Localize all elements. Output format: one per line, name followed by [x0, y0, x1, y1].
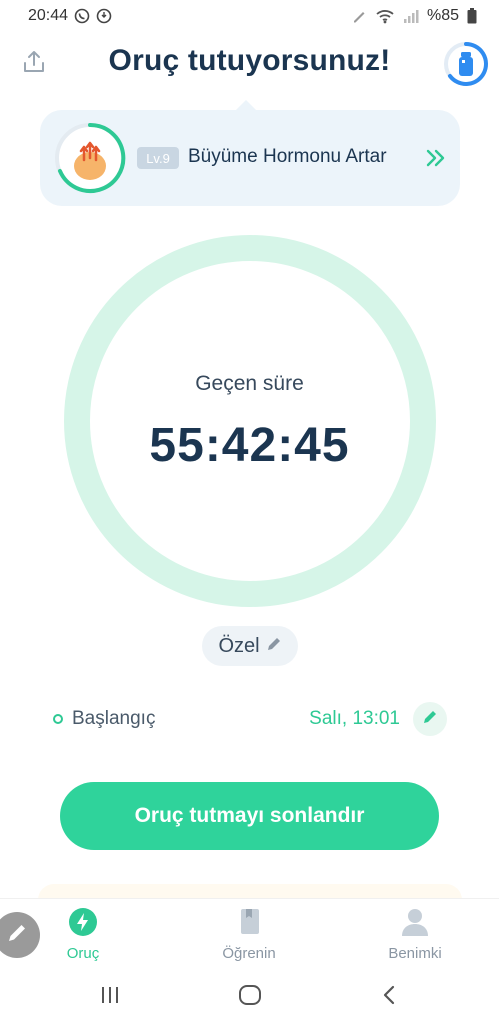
nav-label: Benimki — [388, 945, 442, 962]
start-time-row: Başlangıç Salı, 13:01 — [48, 700, 450, 740]
status-bar: 20:44 %85 — [0, 0, 499, 32]
lightning-icon — [68, 907, 98, 941]
whatsapp-icon — [74, 8, 90, 24]
nav-label: Oruç — [66, 945, 100, 962]
nav-item-profile[interactable]: Benimki — [355, 907, 475, 962]
end-fast-button[interactable]: Oruç tutmayı sonlandır — [60, 782, 439, 850]
pencil-icon — [266, 635, 282, 658]
battery-icon — [467, 8, 477, 24]
wifi-icon — [375, 8, 395, 24]
start-label: Başlangıç — [72, 708, 156, 729]
recent-apps-button[interactable] — [96, 982, 124, 1008]
back-button[interactable] — [376, 982, 404, 1008]
signal-icon — [403, 8, 419, 24]
system-navigation-bar — [0, 966, 499, 1024]
home-button[interactable] — [236, 982, 264, 1008]
nav-item-fasting[interactable]: Oruç — [23, 907, 143, 962]
nav-label: Öğrenin — [222, 945, 276, 962]
stage-name: Büyüme Hormonu Artar — [188, 146, 387, 167]
pencil-icon — [422, 709, 438, 730]
pen-icon — [351, 8, 367, 24]
battery-percent: %85 — [426, 7, 459, 24]
growth-hormone-icon — [54, 122, 126, 194]
book-icon — [234, 907, 264, 941]
pencil-icon — [6, 922, 28, 949]
double-chevron-right-icon[interactable] — [424, 146, 448, 170]
start-dot-icon — [53, 714, 63, 724]
water-bottle-icon — [444, 42, 488, 86]
notification-icon — [96, 8, 112, 24]
level-badge: Lv.9 — [137, 147, 179, 169]
fasting-stage-card[interactable]: Lv.9 Büyüme Hormonu Artar — [40, 100, 460, 206]
nav-item-learn[interactable]: Öğrenin — [189, 907, 309, 962]
status-time: 20:44 — [28, 7, 69, 24]
page-title: Oruç tutuyorsunuz! — [108, 44, 391, 77]
elapsed-time: 55:42:45 — [149, 419, 350, 472]
person-icon — [400, 907, 430, 941]
water-tracker-button[interactable] — [442, 40, 490, 88]
elapsed-label: Geçen süre — [195, 372, 304, 395]
plan-label: Özel — [218, 634, 260, 657]
header: Oruç tutuyorsunuz! — [0, 36, 499, 96]
edit-start-button[interactable] — [413, 702, 447, 736]
bottom-navigation: Oruç Öğrenin Benimki — [0, 898, 499, 966]
fasting-plan-chip[interactable]: Özel — [202, 626, 298, 666]
start-value: Salı, 13:01 — [309, 708, 400, 729]
